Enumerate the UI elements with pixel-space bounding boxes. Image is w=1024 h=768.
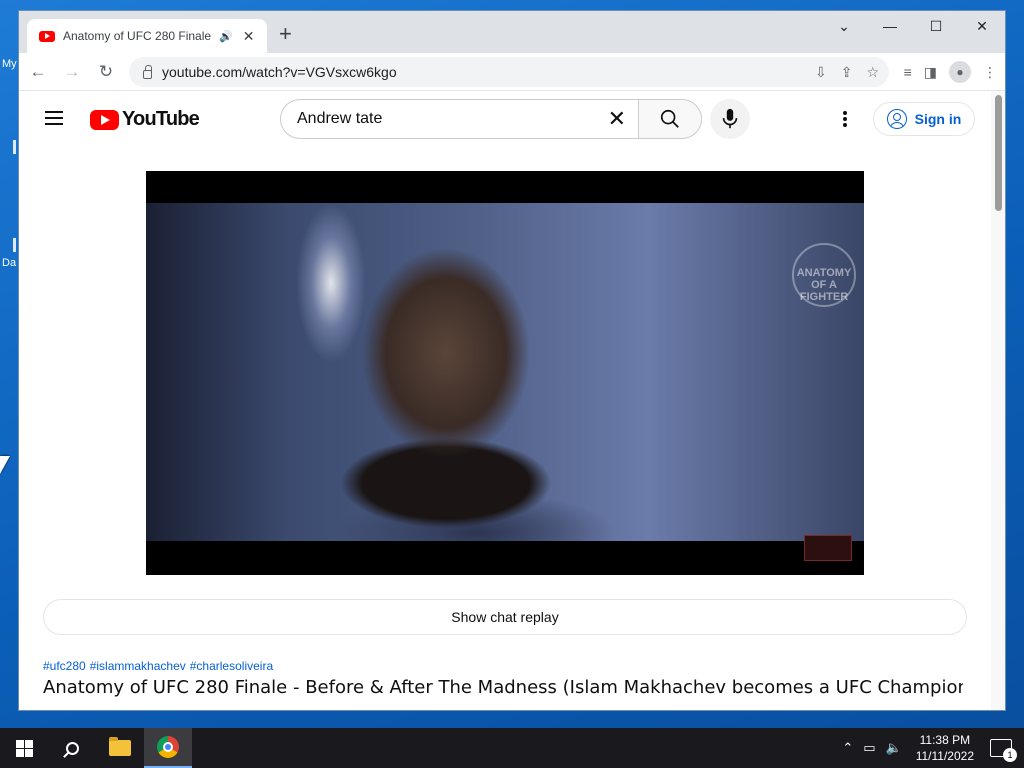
minimize-button[interactable]: — xyxy=(867,11,913,41)
clock-date: 11/11/2022 xyxy=(915,749,974,763)
share-icon[interactable]: ⇪ xyxy=(841,64,853,81)
youtube-logo[interactable]: YouTube xyxy=(90,108,200,131)
channel-watermark: ANATOMY OF A FIGHTER xyxy=(792,243,856,307)
browser-menu-icon[interactable]: ⋮ xyxy=(983,64,997,81)
speaker-icon[interactable]: 🔊 xyxy=(219,30,233,43)
folder-icon xyxy=(109,737,131,756)
show-chat-replay-button[interactable]: Show chat replay xyxy=(43,599,967,635)
reload-button[interactable]: ↻ xyxy=(91,57,121,87)
close-window-button[interactable]: ✕ xyxy=(959,11,1005,41)
page-scrollbar[interactable] xyxy=(991,91,1005,710)
search-button[interactable] xyxy=(638,99,702,139)
settings-kebab-icon[interactable] xyxy=(835,109,855,129)
mouse-cursor-icon xyxy=(0,456,10,474)
maximize-button[interactable]: ☐ xyxy=(913,11,959,41)
system-tray: ⌃ ▭ 🔈 11:38 PM 11/11/2022 1 xyxy=(842,728,1024,768)
clock[interactable]: 11:38 PM 11/11/2022 xyxy=(916,732,974,764)
volume-icon[interactable]: 🔈 xyxy=(886,740,902,756)
hamburger-menu-icon[interactable] xyxy=(45,111,63,125)
address-bar[interactable]: youtube.com/watch?v=VGVsxcw6kgo ⇩ ⇪ ☆ xyxy=(129,57,889,87)
youtube-page: YouTube Andrew tate ✕ Sign in ANATOMY OF… xyxy=(19,91,993,710)
taskbar: ⌃ ▭ 🔈 11:38 PM 11/11/2022 1 xyxy=(0,728,1024,768)
browser-toolbar: ← → ↻ youtube.com/watch?v=VGVsxcw6kgo ⇩ … xyxy=(19,53,1005,91)
profile-icon[interactable]: ● xyxy=(949,61,971,83)
chrome-taskbar-button[interactable] xyxy=(144,728,192,768)
desktop-icon-label-my[interactable]: My xyxy=(2,58,17,70)
back-button[interactable]: ← xyxy=(23,57,53,87)
tab-title: Anatomy of UFC 280 Finale - xyxy=(63,29,211,43)
hashtag-link[interactable]: #ufc280 xyxy=(43,659,86,673)
start-button[interactable] xyxy=(0,728,48,768)
search-input[interactable]: Andrew tate ✕ xyxy=(280,99,638,139)
video-corner-badge xyxy=(804,535,852,561)
scrollbar-thumb[interactable] xyxy=(995,95,1002,211)
url-text[interactable]: youtube.com/watch?v=VGVsxcw6kgo xyxy=(162,64,397,80)
video-frame[interactable]: ANATOMY OF A FIGHTER xyxy=(146,203,864,541)
star-icon[interactable]: ☆ xyxy=(866,64,879,81)
file-explorer-button[interactable] xyxy=(96,728,144,768)
clear-search-icon[interactable]: ✕ xyxy=(608,108,626,130)
windows-logo-icon xyxy=(15,739,33,757)
desktop-icon-label-da[interactable]: Da xyxy=(2,257,16,269)
browser-titlebar: Anatomy of UFC 280 Finale - 🔊 ✕ + ⌄ — ☐ … xyxy=(19,11,1005,53)
forward-button[interactable]: → xyxy=(57,57,87,87)
watermark-text: ANATOMY OF A FIGHTER xyxy=(796,267,852,303)
chrome-icon xyxy=(157,736,179,758)
tab-search-icon[interactable]: ⌄ xyxy=(821,11,867,41)
side-panel-icon[interactable]: ◨ xyxy=(924,64,937,81)
clock-time: 11:38 PM xyxy=(919,733,971,747)
hashtag-link[interactable]: #charlesoliveira xyxy=(190,659,273,673)
notification-count: 1 xyxy=(1003,748,1017,762)
youtube-logo-text: YouTube xyxy=(122,108,200,130)
voice-search-button[interactable] xyxy=(710,99,750,139)
video-player[interactable]: ANATOMY OF A FIGHTER xyxy=(146,171,864,575)
notification-center-icon[interactable]: 1 xyxy=(990,739,1017,762)
browser-window: Anatomy of UFC 280 Finale - 🔊 ✕ + ⌄ — ☐ … xyxy=(18,10,1006,711)
lock-icon[interactable] xyxy=(143,64,152,79)
browser-tab-active[interactable]: Anatomy of UFC 280 Finale - 🔊 ✕ xyxy=(27,19,267,53)
taskbar-search-button[interactable] xyxy=(48,728,96,768)
account-icon xyxy=(886,109,907,129)
youtube-header: YouTube Andrew tate ✕ Sign in xyxy=(19,91,993,147)
video-title: Anatomy of UFC 280 Finale - Before & Aft… xyxy=(43,677,963,698)
search-query[interactable]: Andrew tate xyxy=(297,110,608,128)
desktop-icon-mark xyxy=(13,238,16,252)
microphone-icon xyxy=(722,108,738,129)
toolbar-actions: ≡ ◨ ● ⋮ xyxy=(904,57,997,87)
omnibox-actions: ⇩ ⇪ ☆ xyxy=(815,57,879,87)
new-tab-button[interactable]: + xyxy=(279,23,292,45)
sign-in-label: Sign in xyxy=(914,111,962,127)
chevron-up-icon[interactable]: ⌃ xyxy=(842,740,853,756)
youtube-favicon-icon xyxy=(39,30,55,42)
install-icon[interactable]: ⇩ xyxy=(815,64,827,81)
desktop-icon-mark xyxy=(13,140,16,154)
sign-in-button[interactable]: Sign in xyxy=(873,102,975,136)
studio-light xyxy=(296,203,366,363)
media-controls-icon[interactable]: ≡ xyxy=(904,64,912,80)
youtube-play-icon xyxy=(90,109,119,130)
tab-close-icon[interactable]: ✕ xyxy=(243,28,255,45)
hashtag-link[interactable]: #islammakhachev xyxy=(90,659,186,673)
search-icon xyxy=(65,741,79,755)
network-icon[interactable]: ▭ xyxy=(863,740,875,756)
window-controls: ⌄ — ☐ ✕ xyxy=(821,11,1005,41)
search-icon xyxy=(660,109,679,128)
hashtag-list: #ufc280 #islammakhachev #charlesoliveira xyxy=(43,659,273,673)
